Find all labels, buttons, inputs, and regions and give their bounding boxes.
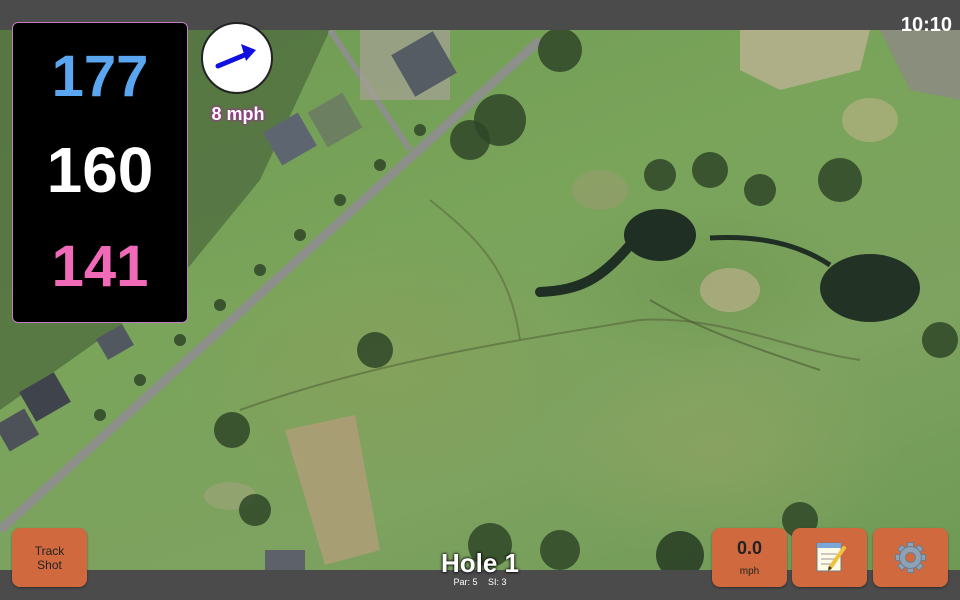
distance-center: 160 bbox=[46, 134, 154, 206]
hole-stroke-index: SI: 3 bbox=[488, 577, 507, 587]
gear-icon bbox=[895, 542, 926, 573]
track-shot-label-line1: Track bbox=[34, 543, 65, 558]
settings-button[interactable] bbox=[873, 528, 948, 587]
notepad-icon bbox=[816, 542, 846, 572]
hole-title: Hole 1 bbox=[440, 548, 520, 578]
wind-speed-label: 8 mph bbox=[211, 104, 265, 124]
track-shot-label-line2: Shot bbox=[37, 557, 62, 572]
wind-direction-indicator bbox=[201, 22, 273, 94]
hole-par: Par: 5 bbox=[453, 577, 478, 587]
wind-speed-value: 0.0 bbox=[736, 538, 763, 558]
hole-info: Par: 5 SI: 3 bbox=[380, 577, 580, 587]
wind-speed-button[interactable]: 0.0 mph bbox=[712, 528, 787, 587]
clock: 10:10 bbox=[900, 14, 952, 36]
distance-front: 141 bbox=[51, 234, 149, 299]
arrow-right-icon bbox=[215, 44, 256, 69]
notes-button[interactable] bbox=[792, 528, 867, 587]
track-shot-button[interactable]: Track Shot bbox=[12, 528, 87, 587]
wind-speed-unit: mph bbox=[739, 566, 760, 577]
distance-back: 177 bbox=[51, 44, 149, 109]
distance-panel: 177 160 141 bbox=[12, 22, 188, 323]
